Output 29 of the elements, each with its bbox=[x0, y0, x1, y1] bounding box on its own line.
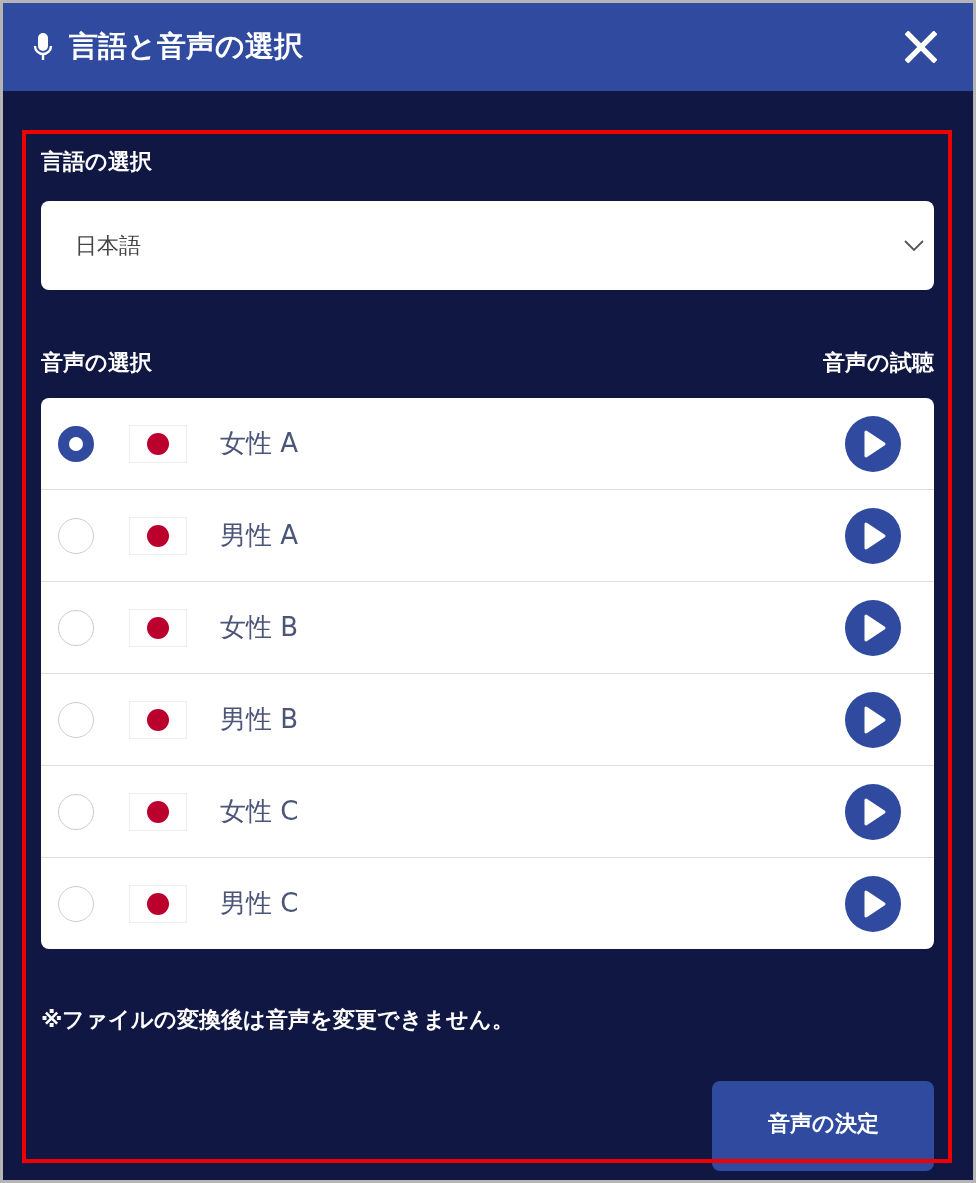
close-icon[interactable] bbox=[905, 31, 937, 63]
play-button[interactable] bbox=[845, 783, 901, 840]
confirm-button[interactable]: 音声の決定 bbox=[712, 1081, 934, 1171]
note-text: ※ファイルの変換後は音声を変更できません。 bbox=[41, 1006, 516, 1034]
flag-icon bbox=[129, 608, 187, 647]
section-label: 言語の選択 bbox=[41, 148, 153, 176]
chevron-down-icon bbox=[904, 239, 924, 252]
voice-option[interactable]: 男性 A bbox=[41, 489, 934, 581]
play-button[interactable] bbox=[845, 599, 901, 656]
voice-option[interactable]: 男性 C bbox=[41, 857, 934, 949]
flag-icon bbox=[129, 516, 187, 555]
column-label: 音声の試聴 bbox=[823, 349, 934, 377]
voice-option[interactable]: 女性 A bbox=[41, 398, 934, 489]
voice-option[interactable]: 男性 B bbox=[41, 673, 934, 765]
microphone-icon bbox=[33, 32, 53, 62]
language-dropdown[interactable]: 日本語 bbox=[41, 201, 934, 290]
section-label: 音声の選択 bbox=[41, 349, 152, 377]
play-button[interactable] bbox=[845, 875, 901, 932]
dialog-title: 言語と音声の選択 bbox=[69, 28, 304, 65]
flag-icon bbox=[129, 700, 187, 739]
play-button[interactable] bbox=[845, 415, 901, 472]
voice-option[interactable]: 女性 B bbox=[41, 581, 934, 673]
play-button[interactable] bbox=[845, 507, 901, 564]
voice-option[interactable]: 女性 C bbox=[41, 765, 934, 857]
flag-icon bbox=[129, 424, 187, 463]
flag-icon bbox=[129, 884, 187, 923]
flag-icon bbox=[129, 792, 187, 831]
radio-button[interactable] bbox=[58, 425, 94, 462]
play-button[interactable] bbox=[845, 691, 901, 748]
